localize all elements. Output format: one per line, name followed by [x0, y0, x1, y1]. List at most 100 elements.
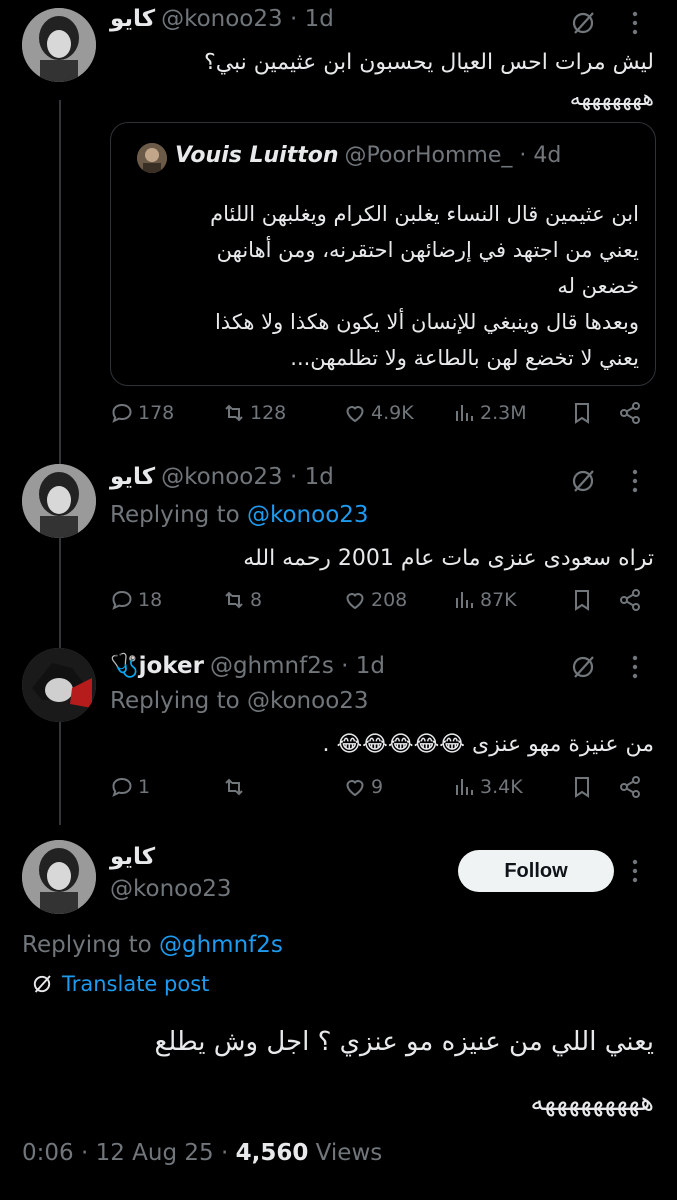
- no-translate-icon[interactable]: [568, 652, 598, 686]
- quote-line: خضعن له: [557, 274, 639, 298]
- avatar[interactable]: [22, 464, 96, 538]
- more-options-icon[interactable]: [628, 466, 642, 500]
- timestamp[interactable]: · 1d: [290, 464, 334, 490]
- views-count: 87K: [480, 589, 517, 611]
- share-icon: [620, 776, 640, 798]
- heart-icon: [346, 780, 364, 797]
- replying-to: Replying to @konoo23: [110, 688, 369, 714]
- quote-line: يعني من اجتهد في إرضائهن احتقرنه، ومن أه…: [216, 238, 639, 262]
- replying-to-link[interactable]: @ghmnf2s: [159, 932, 283, 958]
- no-translate-icon[interactable]: [568, 466, 598, 500]
- views-button[interactable]: 3.4K: [452, 775, 523, 799]
- quote-line: وبعدها قال وينبغي للإنسان ألا يكون هكذا …: [214, 310, 639, 334]
- views-count: 4,560: [235, 1140, 309, 1166]
- bookmark-button[interactable]: [570, 588, 594, 612]
- quoted-tweet[interactable]: Vouis Luitton @PoorHomme_ · 4d ابن عثيمين…: [110, 122, 656, 386]
- reply-icon: [112, 403, 132, 423]
- display-name[interactable]: كايو: [110, 6, 155, 32]
- tweet-text: هههههههه: [569, 86, 654, 111]
- display-name[interactable]: كايو: [110, 464, 155, 490]
- views-button[interactable]: 87K: [452, 588, 517, 612]
- reply-count: 1: [138, 776, 151, 798]
- like-button[interactable]: 208: [343, 588, 407, 612]
- display-name: Vouis Luitton: [175, 143, 339, 168]
- no-translate-icon[interactable]: [568, 8, 598, 42]
- bookmark-icon: [575, 590, 589, 611]
- more-options-icon[interactable]: [628, 652, 642, 686]
- bookmark-button[interactable]: [570, 401, 594, 425]
- post-timestamp[interactable]: 0:06 · 12 Aug 25 ·: [22, 1140, 228, 1166]
- reply-icon: [112, 590, 132, 610]
- quote-line: يعني لا تخضع لهن بالطاعة ولا تظلمهن...: [290, 346, 639, 370]
- timestamp[interactable]: · 1d: [290, 6, 334, 32]
- views-button[interactable]: 2.3M: [452, 401, 527, 425]
- like-button[interactable]: 9: [343, 775, 383, 799]
- follow-button[interactable]: Follow: [458, 850, 614, 892]
- views-icon: [456, 405, 473, 421]
- tweet-header: 🩺joker @ghmnf2s · 1d: [110, 652, 385, 679]
- share-icon: [620, 589, 640, 611]
- reply-button[interactable]: 178: [110, 401, 174, 425]
- heart-icon: [346, 406, 364, 423]
- replying-to-link[interactable]: @konoo23: [247, 502, 369, 528]
- avatar[interactable]: [22, 840, 96, 914]
- views-count: 3.4K: [480, 776, 523, 798]
- reply-button[interactable]: 1: [110, 775, 150, 799]
- tweet-actions: 178 128 4.9K 2.3M: [110, 401, 650, 431]
- tweet-header: كايو @konoo23 · 1d: [110, 6, 334, 32]
- more-options-icon[interactable]: [628, 8, 642, 42]
- no-translate-icon: [33, 975, 51, 993]
- bookmark-button[interactable]: [570, 775, 594, 799]
- timestamp[interactable]: · 1d: [341, 653, 385, 679]
- share-button[interactable]: [618, 401, 642, 425]
- tweet-header: كايو @konoo23 · 1d: [110, 464, 334, 490]
- replying-to-link[interactable]: @konoo23: [247, 688, 369, 714]
- reply-button[interactable]: 18: [110, 588, 162, 612]
- views-icon: [456, 779, 473, 795]
- display-name[interactable]: كايو: [110, 844, 155, 870]
- replying-to: Replying to @ghmnf2s: [22, 932, 283, 958]
- replying-prefix: Replying to: [110, 688, 240, 714]
- repost-button[interactable]: [222, 775, 250, 799]
- share-button[interactable]: [618, 775, 642, 799]
- handle[interactable]: @konoo23: [110, 876, 232, 902]
- quote-line: ابن عثيمين قال النساء يغلبن الكرام ويغلب…: [210, 202, 639, 226]
- translate-post-label: Translate post: [62, 972, 210, 996]
- like-button[interactable]: 4.9K: [343, 401, 414, 425]
- repost-icon: [225, 591, 243, 609]
- avatar[interactable]: [22, 8, 96, 82]
- share-button[interactable]: [618, 588, 642, 612]
- replying-prefix: Replying to: [110, 502, 240, 528]
- views-count: 2.3M: [480, 402, 527, 424]
- post-text: هههههههههه: [530, 1087, 654, 1117]
- avatar[interactable]: [22, 648, 96, 722]
- handle[interactable]: @konoo23: [161, 6, 283, 32]
- replying-to: Replying to @konoo23: [110, 502, 369, 528]
- translate-post-button[interactable]: Translate post: [30, 972, 209, 996]
- reply-icon: [112, 777, 132, 797]
- repost-icon: [225, 778, 243, 796]
- views-icon: [456, 592, 473, 608]
- handle: @PoorHomme_: [344, 143, 513, 168]
- name-emoji: 🩺: [110, 653, 139, 679]
- repost-count: 8: [250, 589, 263, 611]
- reply-count: 18: [138, 589, 163, 611]
- replying-prefix: Replying to: [22, 932, 152, 958]
- repost-button[interactable]: 8: [222, 588, 262, 612]
- handle[interactable]: @ghmnf2s: [210, 653, 334, 679]
- display-name[interactable]: joker: [139, 653, 204, 679]
- post-text: يعني اللي من عنيزه مو عنزي ؟ اجل وش يطلع: [154, 1027, 655, 1057]
- handle[interactable]: @konoo23: [161, 464, 283, 490]
- heart-icon: [346, 593, 364, 610]
- tweet-text: ليش مرات احس العيال يحسبون ابن عثيمين نب…: [204, 50, 654, 75]
- tweet-text: من عنيزة مهو عنزى 😂😂😂😂😂 .: [322, 732, 654, 757]
- repost-count: 128: [250, 402, 287, 424]
- thread-line: [59, 520, 61, 650]
- like-count: 4.9K: [371, 402, 414, 424]
- quote-header: Vouis Luitton @PoorHomme_ · 4d: [175, 143, 561, 168]
- share-icon: [620, 402, 640, 424]
- more-options-icon[interactable]: [628, 856, 642, 890]
- repost-button[interactable]: 128: [222, 401, 286, 425]
- thread-line: [59, 100, 61, 465]
- timestamp: · 4d: [519, 143, 562, 168]
